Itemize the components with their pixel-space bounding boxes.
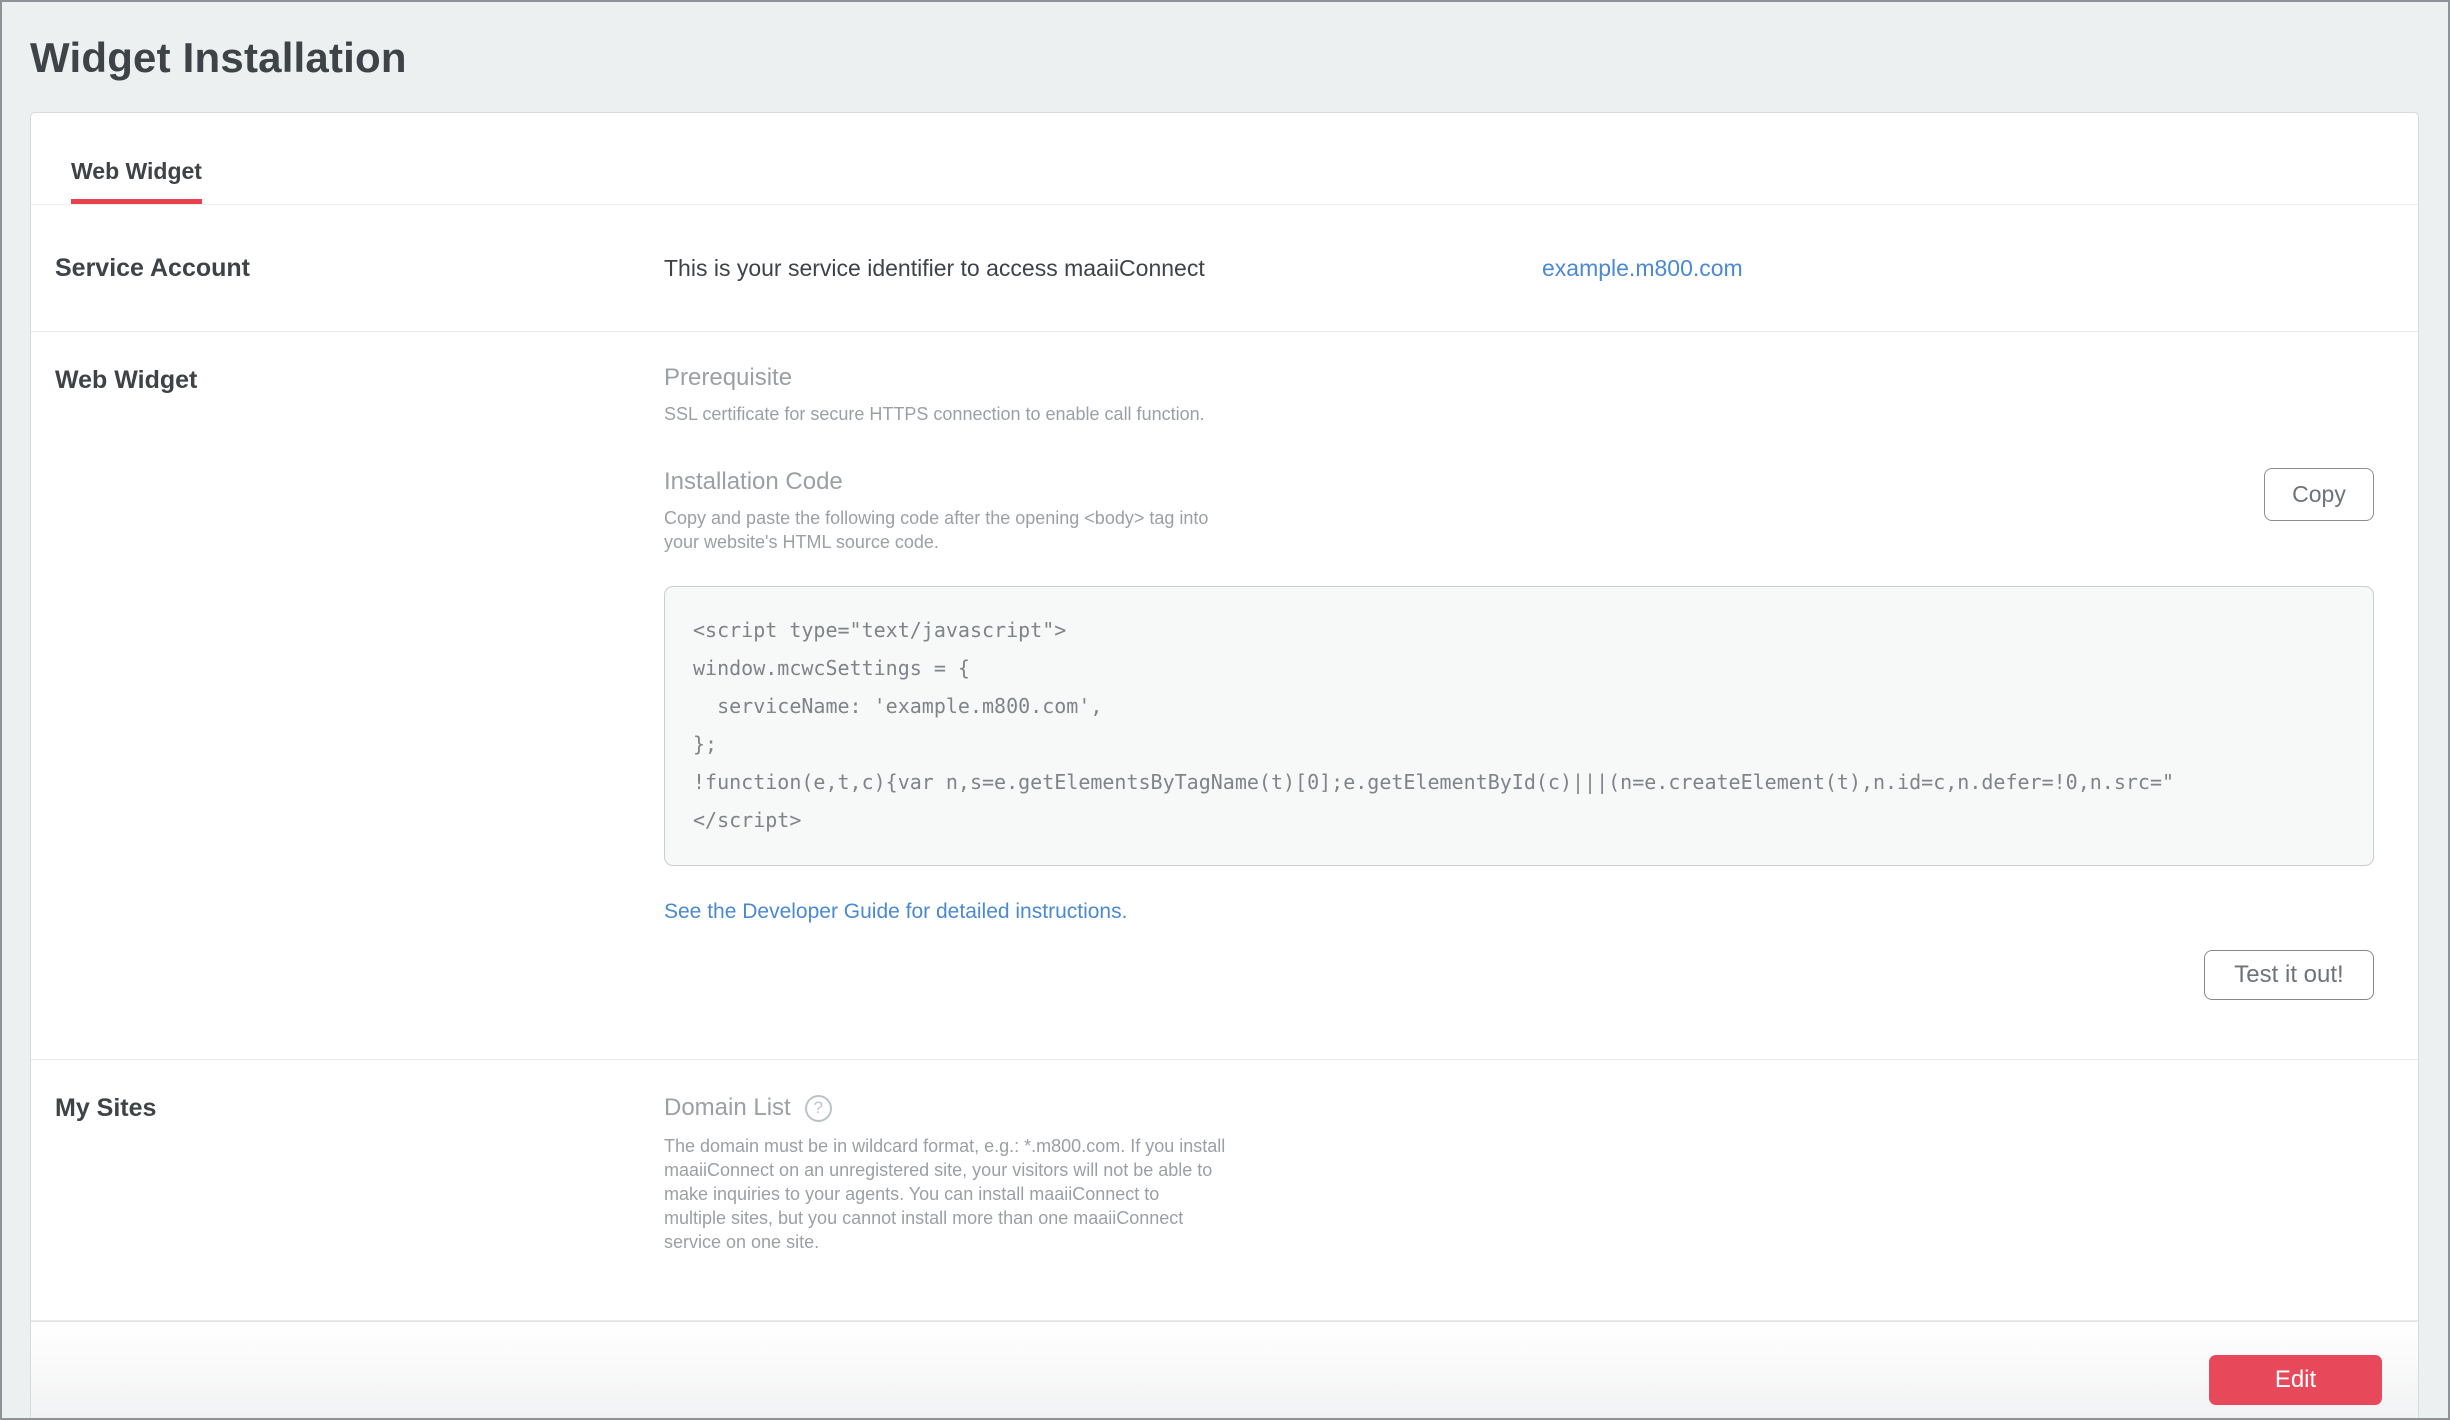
service-account-description: This is your service identifier to acces… <box>664 255 1542 282</box>
card-footer: Edit <box>31 1321 2418 1420</box>
domain-list-heading: Domain List <box>664 1094 791 1122</box>
developer-guide-link[interactable]: See the Developer Guide for detailed ins… <box>664 900 1127 924</box>
installation-code-text: <script type="text/javascript"> window.m… <box>693 611 2345 839</box>
installation-code-header-text: Installation Code Copy and paste the fol… <box>664 468 1224 554</box>
my-sites-row: My Sites Domain List ? The domain must b… <box>31 1060 2418 1321</box>
service-account-content: This is your service identifier to acces… <box>664 255 2374 282</box>
page-title: Widget Installation <box>2 2 2448 82</box>
installation-code-block: <script type="text/javascript"> window.m… <box>664 586 2374 866</box>
web-widget-content: Prerequisite SSL certificate for secure … <box>664 364 2374 1059</box>
service-account-value-link[interactable]: example.m800.com <box>1542 255 1743 282</box>
help-circle-icon[interactable]: ? <box>805 1095 832 1122</box>
my-sites-label: My Sites <box>55 1094 664 1320</box>
my-sites-content: Domain List ? The domain must be in wild… <box>664 1094 2374 1320</box>
service-account-label: Service Account <box>55 254 664 283</box>
web-widget-row: Web Widget Prerequisite SSL certificate … <box>31 332 2418 1060</box>
widget-installation-page: Widget Installation Web Widget Service A… <box>0 0 2450 1420</box>
prerequisite-text: SSL certificate for secure HTTPS connect… <box>664 402 1224 426</box>
domain-list-description: The domain must be in wildcard format, e… <box>664 1134 1226 1254</box>
installation-code-instructions: Copy and paste the following code after … <box>664 506 1224 554</box>
test-it-out-button[interactable]: Test it out! <box>2204 950 2374 1000</box>
installation-code-header: Installation Code Copy and paste the fol… <box>664 468 2374 554</box>
installation-code-heading: Installation Code <box>664 468 1224 496</box>
test-button-row: Test it out! <box>664 950 2374 1000</box>
domain-list-header: Domain List ? <box>664 1094 2374 1122</box>
prerequisite-heading: Prerequisite <box>664 364 2374 392</box>
tab-bar: Web Widget <box>31 113 2418 205</box>
edit-button[interactable]: Edit <box>2209 1355 2382 1405</box>
web-widget-label: Web Widget <box>55 364 664 1059</box>
settings-card: Web Widget Service Account This is your … <box>30 112 2419 1420</box>
tab-web-widget[interactable]: Web Widget <box>71 158 202 204</box>
service-account-row: Service Account This is your service ide… <box>31 205 2418 332</box>
copy-button[interactable]: Copy <box>2264 468 2374 521</box>
